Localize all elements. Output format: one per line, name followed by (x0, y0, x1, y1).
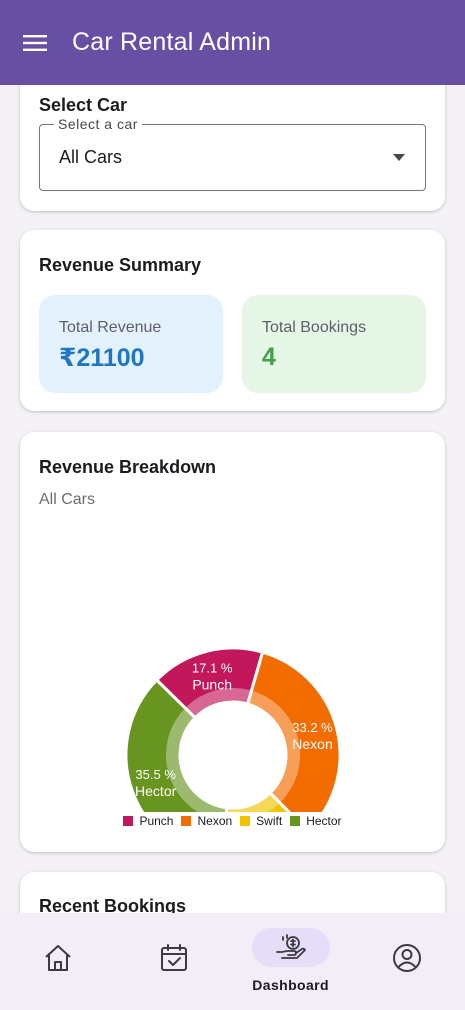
revenue-donut-chart[interactable]: 17.1 %Punch33.2 %Nexon14.2 %Swift35.5 %H… (20, 432, 445, 812)
app-bar: Car Rental Admin (0, 0, 465, 85)
legend-swatch (290, 816, 301, 826)
legend-item-nexon: Nexon (181, 814, 232, 828)
legend-swatch (181, 816, 192, 826)
slice-percent-label: 17.1 % (192, 661, 233, 676)
legend-label: Nexon (197, 814, 233, 828)
total-bookings-value: 4 (262, 343, 276, 371)
legend-swatch (240, 816, 251, 826)
nav-item-bookings[interactable] (116, 913, 232, 1010)
recent-bookings-title: Recent Bookings (39, 896, 187, 913)
legend-label: Punch (139, 814, 174, 828)
donut-inner-ring (226, 792, 280, 812)
nav-item-home[interactable] (0, 913, 116, 1010)
legend-label: Hector (306, 814, 342, 828)
slice-name-label: Hector (135, 783, 177, 799)
revenue-summary-card: Revenue Summary Total Revenue ₹21100 Tot… (20, 230, 445, 411)
total-revenue-value: ₹21100 (59, 344, 145, 372)
nav-item-profile[interactable] (349, 913, 465, 1010)
legend-item-punch: Punch (123, 814, 173, 828)
revenue-breakdown-card: Revenue Breakdown All Cars 17.1 % Punch 33… (20, 432, 445, 852)
select-car-card: Select Car Select a car All Cars (20, 85, 445, 211)
legend-item-hector: Hector (290, 814, 342, 828)
slice-name-label: Punch (192, 677, 232, 693)
total-revenue-label: Total Revenue (59, 319, 162, 336)
total-bookings-tile: Total Bookings 4 (242, 295, 426, 393)
revenue-summary-title: Revenue Summary (39, 255, 202, 275)
app-title: Car Rental Admin (72, 28, 272, 56)
car-select-value: All Cars (59, 147, 123, 167)
recent-bookings-card: Recent Bookings (20, 872, 445, 913)
slice-percent-label: 33.2 % (292, 720, 333, 735)
nav-label-dashboard: Dashboard (252, 977, 329, 993)
home-icon (41, 941, 75, 975)
legend-label: Swift (256, 814, 283, 828)
slice-name-label: Nexon (292, 736, 332, 752)
total-bookings-label: Total Bookings (262, 319, 367, 336)
legend-item-swift: Swift (240, 814, 282, 828)
legend-swatch (123, 816, 134, 826)
bottom-navigation: Dashboard (0, 913, 465, 1010)
slice-percent-label: 35.5 % (135, 767, 176, 782)
dropdown-arrow-icon (393, 154, 405, 161)
menu-icon[interactable] (20, 28, 50, 58)
car-select-dropdown[interactable]: Select a car All Cars (39, 116, 426, 191)
car-select-label: Select a car (54, 116, 142, 132)
select-car-title: Select Car (39, 95, 128, 115)
revenue-hand-icon (274, 931, 308, 965)
dashboard-content[interactable]: Select Car Select a car All Cars Revenue… (0, 85, 465, 913)
calendar-check-icon (157, 941, 191, 975)
account-icon (390, 941, 424, 975)
total-revenue-tile: Total Revenue ₹21100 (39, 295, 223, 393)
chart-legend: Punch Nexon Swift Hector (20, 814, 445, 828)
nav-item-dashboard[interactable]: Dashboard (233, 913, 349, 1010)
